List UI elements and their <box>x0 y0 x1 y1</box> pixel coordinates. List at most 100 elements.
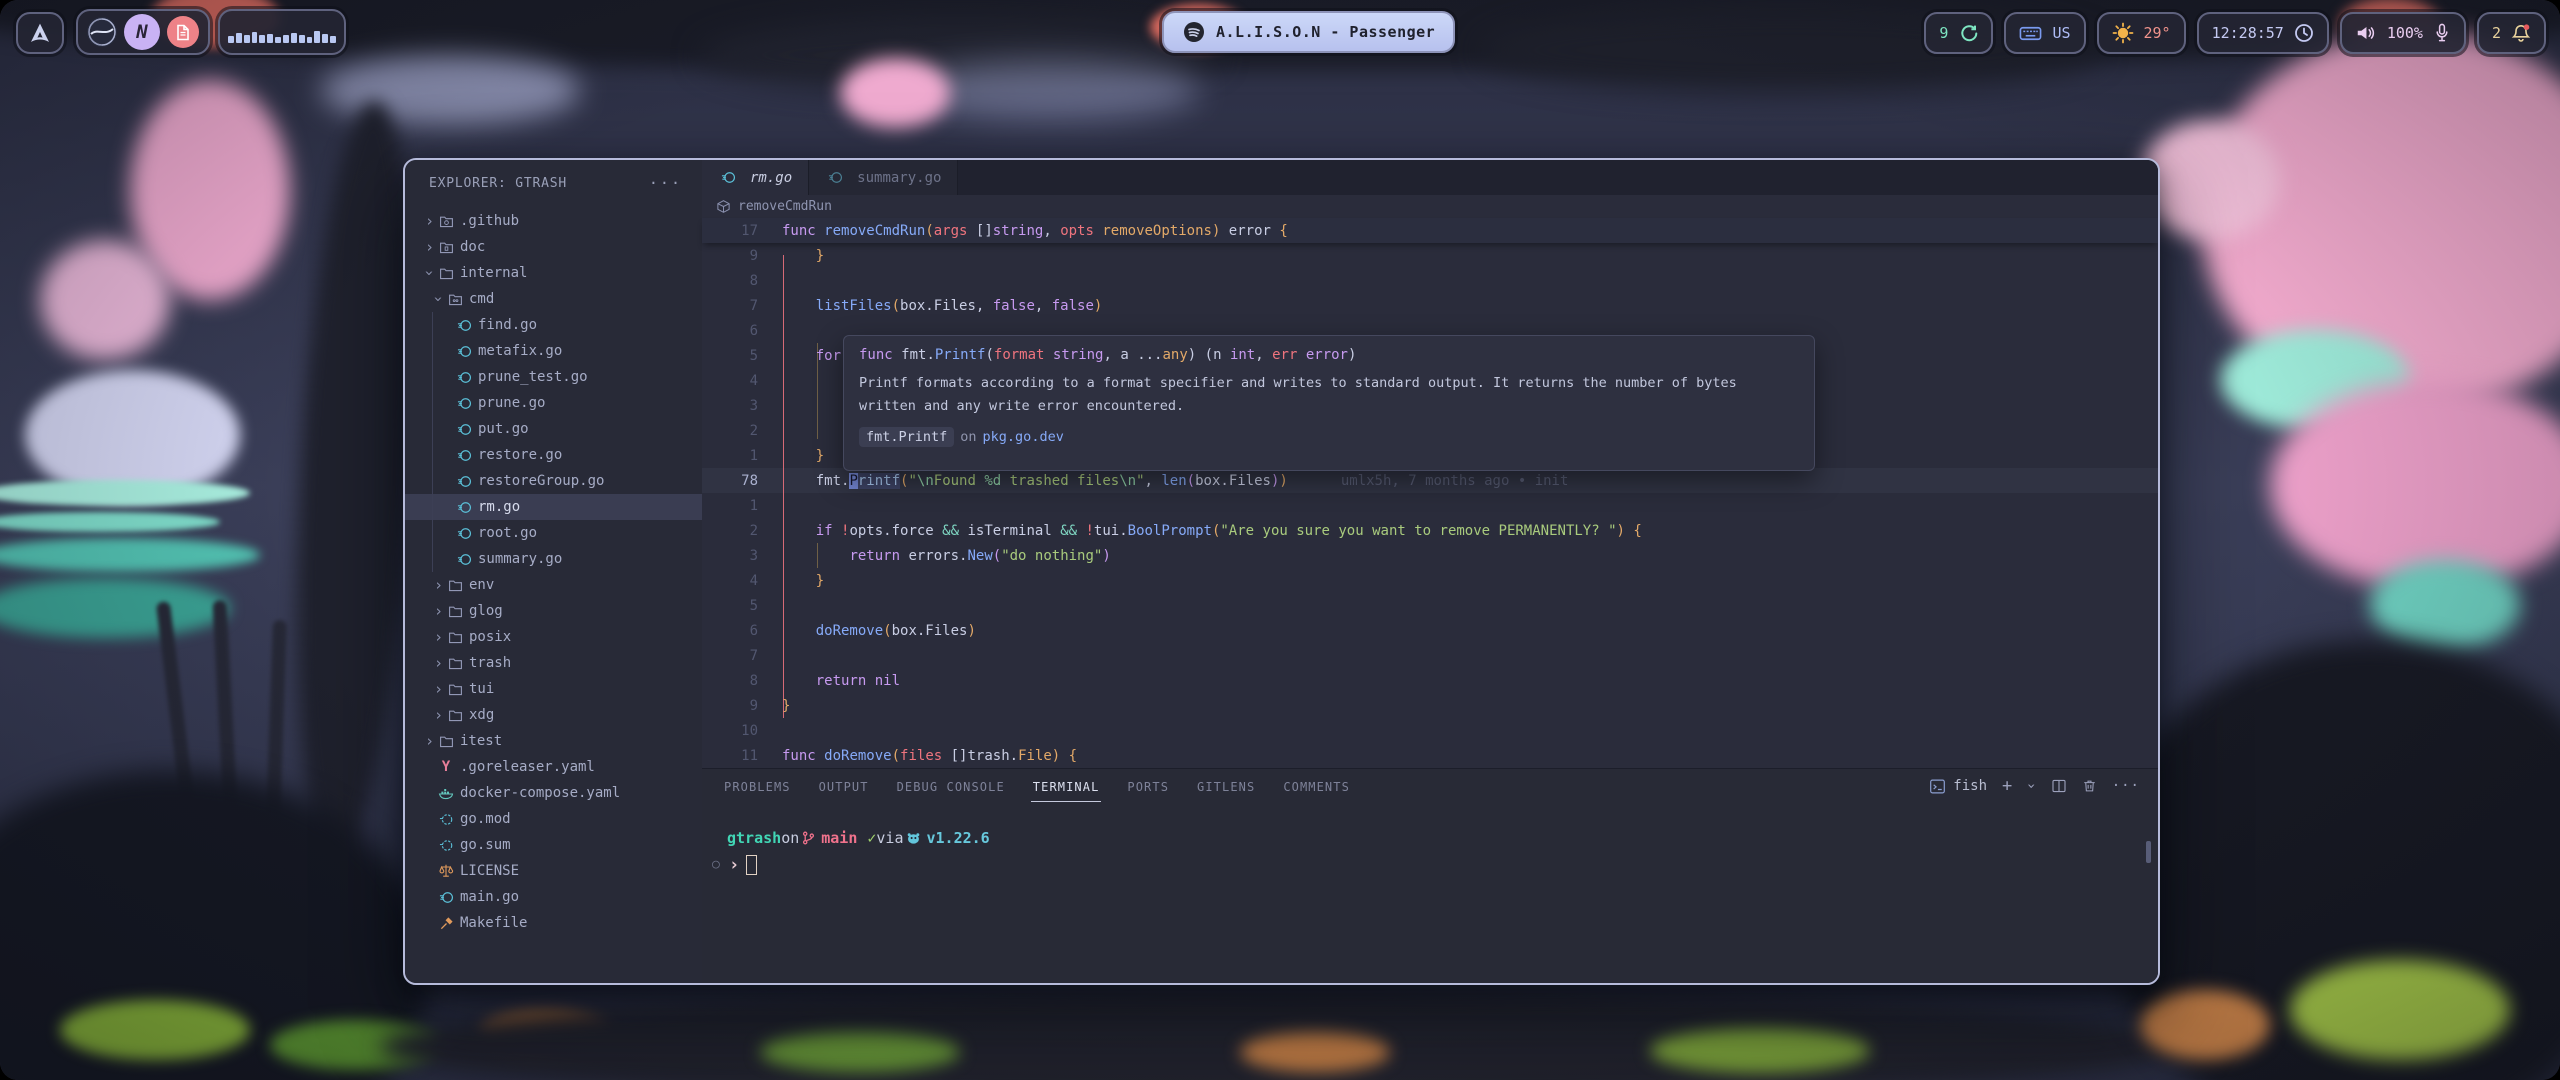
kill-terminal-button[interactable] <box>2082 778 2097 794</box>
tree-item-trash[interactable]: ›trash <box>405 650 702 676</box>
tree-item-label: internal <box>460 265 527 281</box>
panel-controls: fish + › ··· <box>1929 769 2140 803</box>
tab-rm-go[interactable]: rm.go <box>702 160 809 195</box>
notes-app-button[interactable]: N <box>124 14 160 50</box>
folder-github-icon <box>436 214 456 229</box>
terminal-icon <box>1929 778 1946 795</box>
tree-item-itest[interactable]: ›itest <box>405 728 702 754</box>
new-terminal-button[interactable]: + <box>2002 776 2012 796</box>
prompt-status-line: gtrash on main ✓ via v1.22.6 <box>702 825 2158 851</box>
panel-tab-debug-console[interactable]: DEBUG CONSOLE <box>895 771 1007 801</box>
tree-item--github[interactable]: ›.github <box>405 208 702 234</box>
tree-item-label: restoreGroup.go <box>478 473 604 489</box>
tree-item-label: put.go <box>478 421 529 437</box>
tree-item-put-go[interactable]: put.go <box>405 416 702 442</box>
code-token: ( <box>993 548 1001 564</box>
module-volume[interactable]: 100% <box>2340 12 2466 54</box>
tree-item-posix[interactable]: ›posix <box>405 624 702 650</box>
code-token: ) <box>1617 523 1634 539</box>
tree-item-label: find.go <box>478 317 537 333</box>
tree-item-summary-go[interactable]: summary.go <box>405 546 702 572</box>
media-widget[interactable]: A.L.I.S.O.N - Passenger <box>1162 11 1455 53</box>
tree-item-prune-test-go[interactable]: prune_test.go <box>405 364 702 390</box>
tree-item-root-go[interactable]: root.go <box>405 520 702 546</box>
tree-item-internal[interactable]: › internal <box>405 260 702 286</box>
breadcrumb-symbol: removeCmdRun <box>738 199 832 214</box>
tree-item-env[interactable]: ›env <box>405 572 702 598</box>
split-terminal-button[interactable] <box>2051 778 2067 794</box>
explorer-sidebar: EXPLORER: GTRASH ··· ›.github›doc›intern… <box>405 160 703 983</box>
code-token: New <box>967 548 992 564</box>
code-token: BoolPrompt <box>1128 523 1212 539</box>
audio-visualizer[interactable] <box>218 9 346 55</box>
tree-item-restoregroup-go[interactable]: restoreGroup.go <box>405 468 702 494</box>
tree-item-glog[interactable]: ›glog <box>405 598 702 624</box>
panel-more-button[interactable]: ··· <box>2112 778 2140 794</box>
bottom-panel: PROBLEMS OUTPUT DEBUG CONSOLE TERMINAL PORTS… <box>702 768 2158 983</box>
tree-item-label: posix <box>469 629 511 645</box>
code-area[interactable]: 9 }87 listFiles(box.Files, false, false)… <box>702 243 2158 768</box>
notifications-value: 2 <box>2492 24 2501 42</box>
tree-item-label: prune_test.go <box>478 369 588 385</box>
panel-tab-comments[interactable]: COMMENTS <box>1281 771 1352 801</box>
hover-signature: func fmt.Printf(format string, a ...any)… <box>859 347 1799 363</box>
panel-tab-gitlens[interactable]: GITLENS <box>1195 771 1257 801</box>
module-notifications[interactable]: 2 <box>2477 12 2546 54</box>
module-weather[interactable]: 29° <box>2097 12 2186 54</box>
code-text: } <box>782 698 790 714</box>
launcher-button[interactable] <box>16 12 64 54</box>
explorer-menu-button[interactable]: ··· <box>649 174 682 192</box>
code-token: rintf <box>858 473 900 489</box>
code-token <box>782 473 816 489</box>
browser-app-button[interactable] <box>87 17 117 47</box>
go-icon <box>454 448 474 463</box>
line-number: 7 <box>702 298 758 314</box>
terminal-dropdown-button[interactable]: › <box>2023 782 2039 790</box>
visualizer-bar <box>267 34 273 43</box>
tree-item-xdg[interactable]: ›xdg <box>405 702 702 728</box>
module-clock[interactable]: 12:28:57 <box>2197 12 2329 54</box>
tree-item-label: itest <box>460 733 502 749</box>
code-token: files <box>900 748 942 764</box>
tree-item-prune-go[interactable]: prune.go <box>405 390 702 416</box>
tree-item-docker-compose-yaml[interactable]: docker-compose.yaml <box>405 780 702 806</box>
prompt-input-line[interactable]: ○ › <box>702 852 2158 878</box>
tab-summary-go[interactable]: summary.go <box>809 160 958 195</box>
tab-label: summary.go <box>857 170 941 186</box>
code-line: 10 <box>702 718 2158 743</box>
volume-value: 100% <box>2387 24 2423 42</box>
pkg-go-dev-link[interactable]: pkg.go.dev <box>983 429 1064 445</box>
sticky-scroll-line[interactable]: 17 func removeCmdRun(args []string, opts… <box>702 218 2158 243</box>
panel-tab-terminal[interactable]: TERMINAL <box>1031 771 1102 802</box>
code-token: [] <box>942 748 967 764</box>
tree-item-go-sum[interactable]: go.sum <box>405 832 702 858</box>
clock-icon <box>2294 23 2314 43</box>
breadcrumb[interactable]: removeCmdRun <box>702 195 2158 218</box>
tree-item-go-mod[interactable]: go.mod <box>405 806 702 832</box>
tree-item-license[interactable]: LICENSE <box>405 858 702 884</box>
tree-item--goreleaser-yaml[interactable]: Y.goreleaser.yaml <box>405 754 702 780</box>
tree-item-rm-go[interactable]: rm.go <box>405 494 702 520</box>
tree-item-main-go[interactable]: main.go <box>405 884 702 910</box>
chevron-down-icon: › <box>421 267 439 280</box>
documents-app-button[interactable] <box>167 16 199 48</box>
code-token: a <box>1120 347 1137 363</box>
tree-item-metafix-go[interactable]: metafix.go <box>405 338 702 364</box>
panel-tab-output[interactable]: OUTPUT <box>817 771 871 801</box>
gomod-icon <box>436 838 456 853</box>
panel-tab-ports[interactable]: PORTS <box>1125 771 1171 801</box>
module-keyboard-layout[interactable]: US <box>2004 12 2085 54</box>
tree-item-makefile[interactable]: Makefile <box>405 910 702 936</box>
tree-item-doc[interactable]: ›doc <box>405 234 702 260</box>
tree-item-find-go[interactable]: find.go <box>405 312 702 338</box>
terminal-scrollbar[interactable] <box>2146 841 2151 863</box>
tree-item-cmd[interactable]: ›cmd <box>405 286 702 312</box>
line-number: 10 <box>702 723 758 739</box>
terminal[interactable]: gtrash on main ✓ via v1.22.6 ○ › <box>702 825 2158 878</box>
tree-item-restore-go[interactable]: restore.go <box>405 442 702 468</box>
tree-item-tui[interactable]: ›tui <box>405 676 702 702</box>
folder-icon <box>445 708 465 723</box>
module-updates[interactable]: 9 <box>1924 12 1993 54</box>
shell-name[interactable]: fish <box>1953 778 1987 794</box>
panel-tab-problems[interactable]: PROBLEMS <box>722 771 793 801</box>
